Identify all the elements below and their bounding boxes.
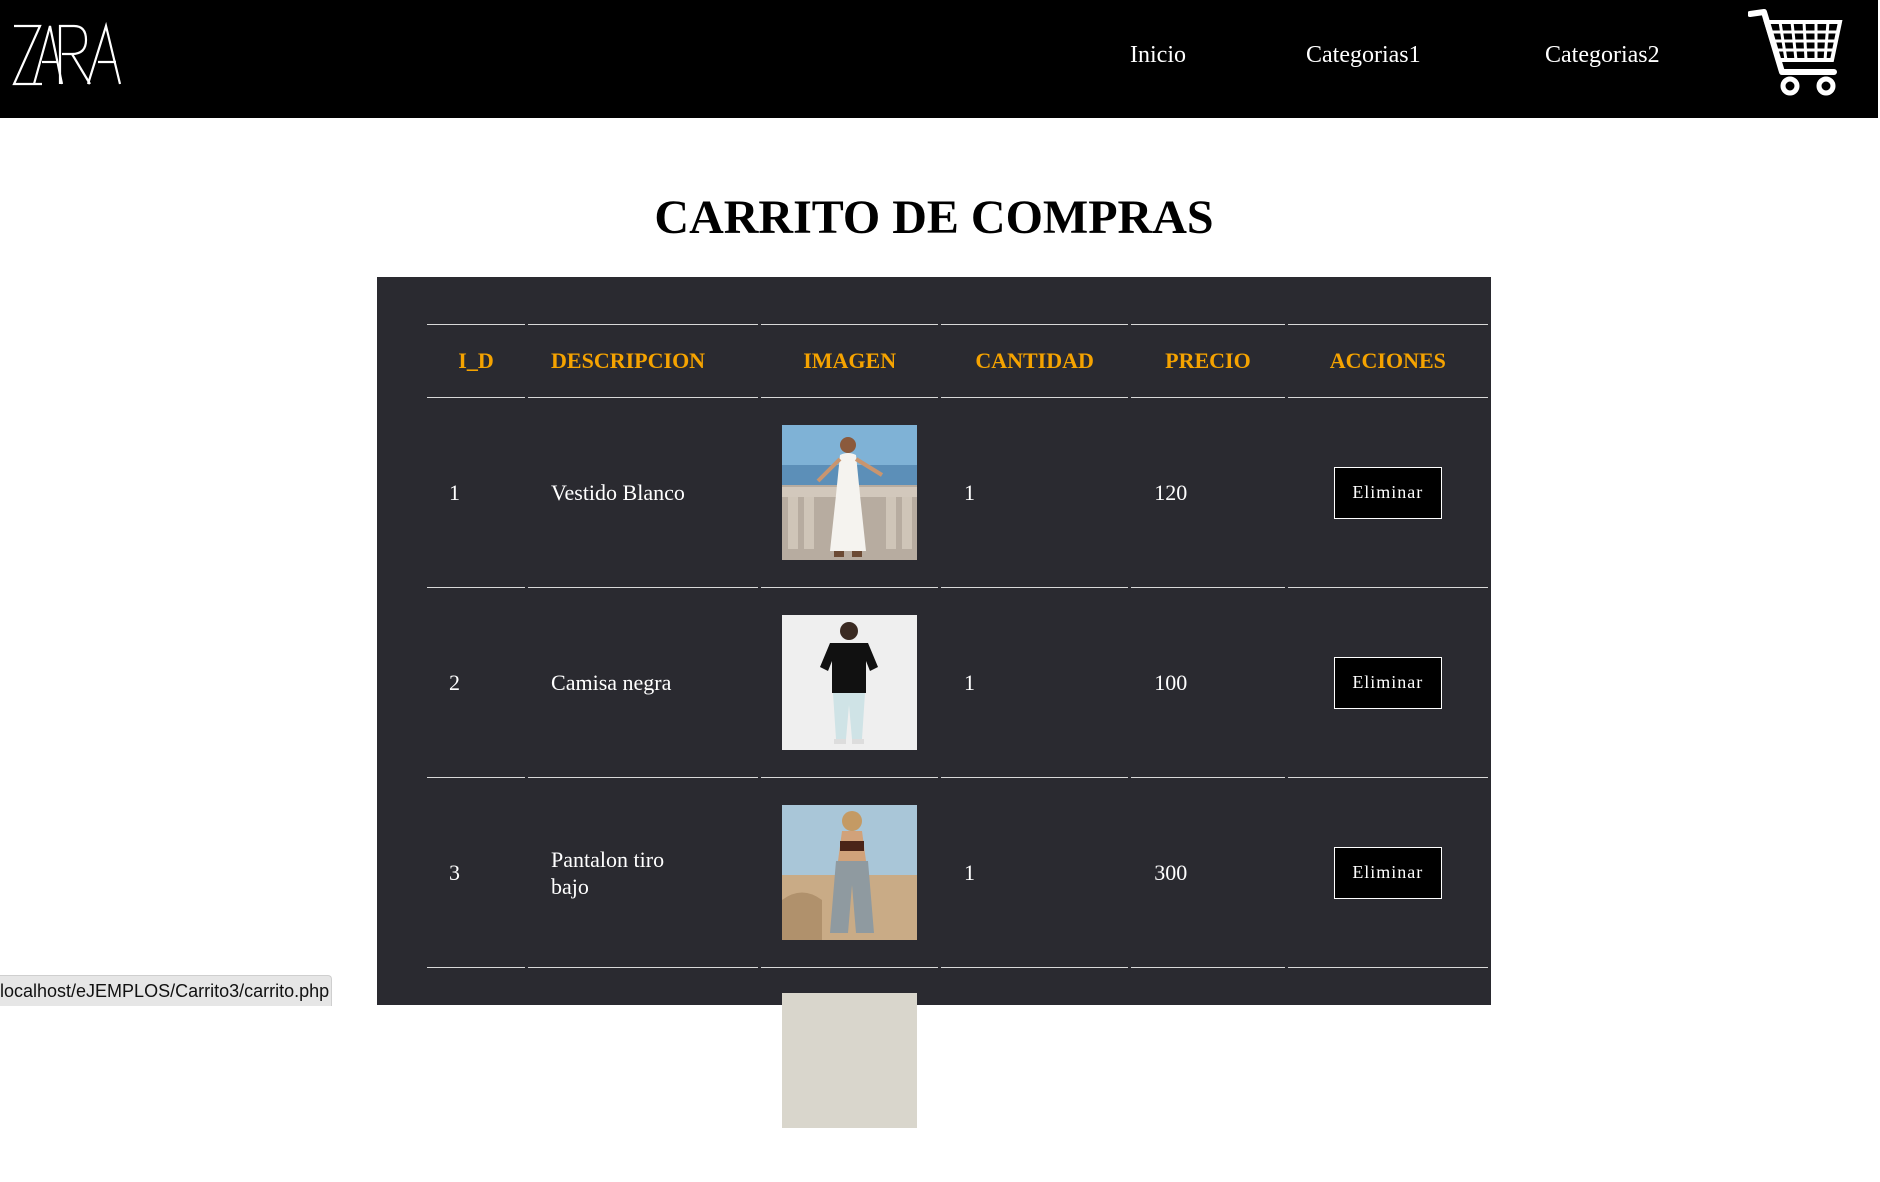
row-id: 1 <box>427 398 526 588</box>
row-image-cell <box>761 398 938 588</box>
row-actions <box>1288 968 1488 1182</box>
row-image-cell <box>761 778 938 968</box>
top-navbar: Inicio Categorias1 Categorias2 <box>0 0 1878 118</box>
column-header-id: I_D <box>427 324 526 398</box>
row-actions: Eliminar <box>1287 588 1488 778</box>
description-text: Vestido Blanco <box>551 480 685 505</box>
row-id: 3 <box>427 778 526 968</box>
column-header-image: IMAGEN <box>761 324 938 398</box>
status-bar-url: localhost/eJEMPLOS/Carrito3/carrito.php <box>0 975 332 1006</box>
table-row: 1 Vestido Blanco 1 120 Eliminar <box>427 398 1488 588</box>
zara-logo[interactable] <box>12 22 130 88</box>
row-quantity: 1 <box>940 588 1129 778</box>
shopping-cart-icon[interactable] <box>1748 8 1844 98</box>
row-description: Vestido Blanco <box>528 398 759 588</box>
delete-button[interactable]: Eliminar <box>1333 846 1442 899</box>
row-id <box>427 968 525 1182</box>
row-image-cell <box>761 968 938 1182</box>
row-image-cell <box>761 588 938 778</box>
woman-white-dress-photo <box>782 425 918 560</box>
column-header-description: DESCRIPCION <box>528 324 759 398</box>
row-price: 100 <box>1131 588 1285 778</box>
man-black-shirt-photo <box>782 615 918 750</box>
row-quantity <box>941 968 1128 1182</box>
row-description: Camisa negra <box>528 588 759 778</box>
delete-button[interactable]: Eliminar <box>1333 466 1442 519</box>
table-header-row: I_D DESCRIPCION IMAGEN CANTIDAD PRECIO A… <box>427 324 1488 398</box>
description-text: Pantalon tiro bajo <box>551 846 665 899</box>
delete-button[interactable]: Eliminar <box>1333 656 1442 709</box>
page-title: CARRITO DE COMPRAS <box>654 191 1214 244</box>
row-id: 2 <box>427 588 526 778</box>
row-quantity: 1 <box>940 398 1129 588</box>
column-header-quantity: CANTIDAD <box>940 324 1129 398</box>
column-header-price: PRECIO <box>1131 324 1285 398</box>
row-price: 120 <box>1131 398 1285 588</box>
nav-inicio[interactable]: Inicio <box>1130 42 1186 69</box>
row-actions: Eliminar <box>1287 778 1488 968</box>
product-photo <box>782 993 918 1128</box>
nav-categorias2[interactable]: Categorias2 <box>1545 42 1660 69</box>
row-quantity: 1 <box>940 778 1129 968</box>
row-price <box>1131 968 1284 1182</box>
row-description <box>528 968 758 1182</box>
row-price: 300 <box>1131 778 1285 968</box>
table-row: 3 Pantalon tiro bajo 1 300 Eliminar <box>427 778 1488 968</box>
column-header-actions: ACCIONES <box>1287 324 1488 398</box>
nav-categorias1[interactable]: Categorias1 <box>1306 42 1421 69</box>
cart-panel: I_D DESCRIPCION IMAGEN CANTIDAD PRECIO A… <box>377 277 1491 1128</box>
row-description: Pantalon tiro bajo <box>528 778 759 968</box>
row-actions: Eliminar <box>1287 398 1488 588</box>
woman-low-rise-jeans-photo <box>782 805 918 940</box>
cart-table: I_D DESCRIPCION IMAGEN CANTIDAD PRECIO A… <box>424 324 1491 1182</box>
description-text: Camisa negra <box>551 670 672 695</box>
table-row: 2 Camisa negra 1 100 Eliminar <box>427 588 1488 778</box>
table-row <box>427 968 1488 1182</box>
